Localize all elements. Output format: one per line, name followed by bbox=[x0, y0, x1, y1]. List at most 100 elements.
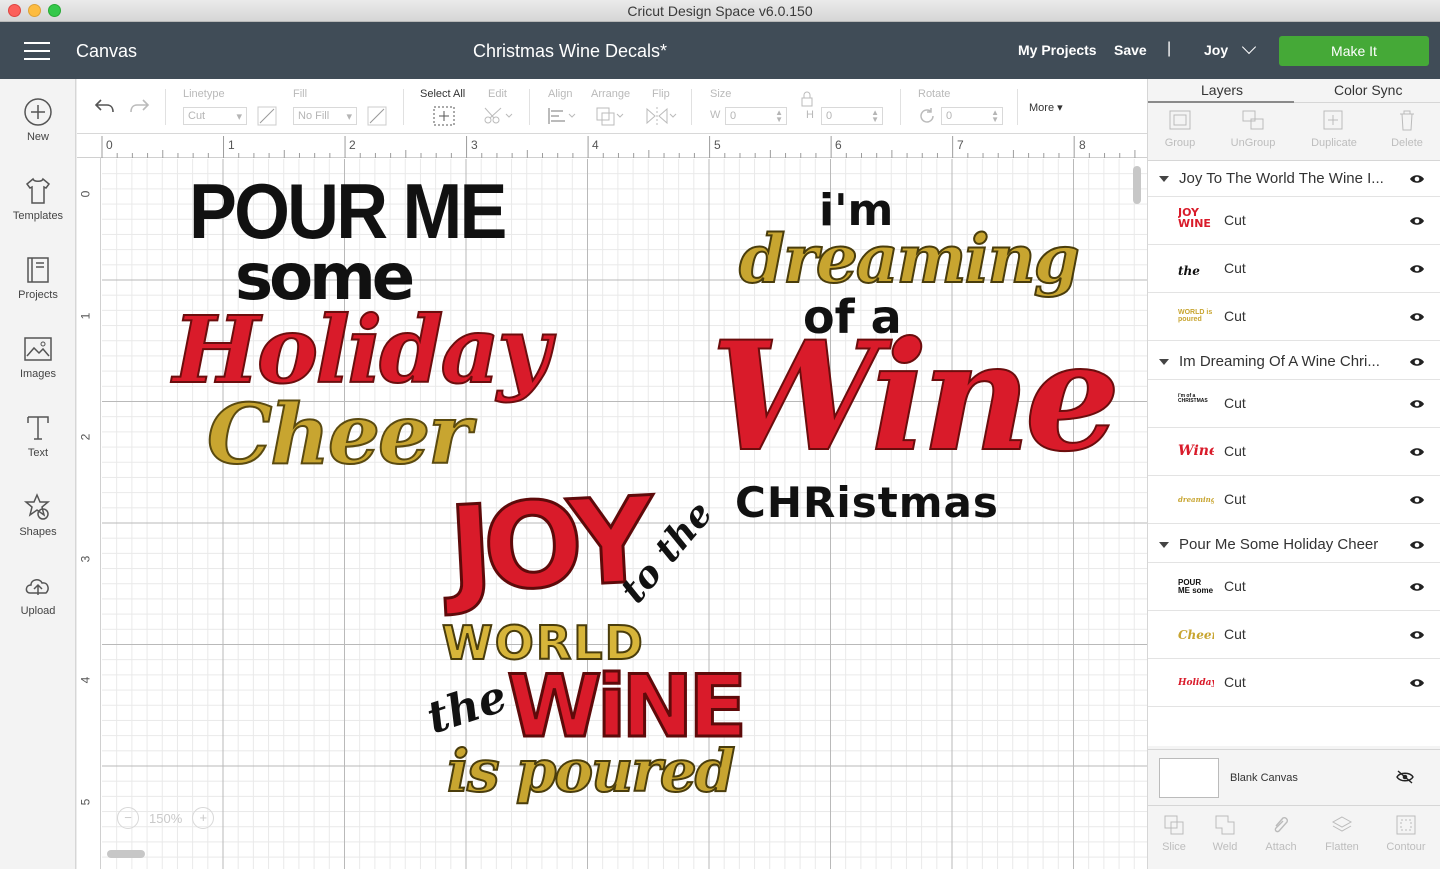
more-menu[interactable]: More ▾ bbox=[1029, 101, 1063, 114]
art-pour-me[interactable]: POUR ME bbox=[189, 172, 507, 250]
art-is-poured[interactable]: is poured bbox=[446, 741, 736, 801]
align-icon[interactable] bbox=[547, 107, 577, 125]
group-button[interactable]: Group bbox=[1145, 109, 1215, 149]
eye-icon[interactable] bbox=[1409, 447, 1425, 457]
layer-row[interactable]: WORLD is poured Cut bbox=[1148, 293, 1440, 341]
chevron-down-icon[interactable] bbox=[1241, 39, 1257, 55]
art-dreaming[interactable]: dreaming bbox=[738, 225, 1081, 293]
slice-button[interactable]: Slice bbox=[1146, 814, 1202, 853]
linetype-color-swatch-icon[interactable] bbox=[257, 106, 277, 126]
fill-select[interactable]: No Fill ▾ bbox=[293, 107, 357, 125]
fill-value: No Fill bbox=[298, 110, 330, 122]
dropdown-arrow-icon: ▾ bbox=[236, 111, 242, 123]
dropdown-arrow-icon: ▾ bbox=[1057, 102, 1063, 114]
plus-circle-icon bbox=[24, 98, 52, 126]
art-christmas[interactable]: CHRistmas bbox=[735, 482, 999, 524]
lock-icon[interactable] bbox=[800, 91, 814, 107]
layer-row[interactable]: Holiday Cut bbox=[1148, 659, 1440, 707]
eye-icon[interactable] bbox=[1409, 678, 1425, 688]
layer-row[interactable]: dreaming Cut bbox=[1148, 476, 1440, 524]
caret-down-icon[interactable] bbox=[1159, 542, 1169, 548]
design-canvas[interactable]: 0 1 2 3 4 5 6 7 8 0 1 2 3 4 5 POUR ME so… bbox=[77, 134, 1147, 869]
trash-icon bbox=[1400, 110, 1414, 131]
delete-button[interactable]: Delete bbox=[1372, 109, 1440, 149]
layer-row[interactable]: Wine Cut bbox=[1148, 428, 1440, 476]
blank-canvas-row[interactable]: Blank Canvas bbox=[1148, 749, 1440, 805]
arrange-icon[interactable] bbox=[595, 106, 625, 126]
sidebar-item-new[interactable]: New bbox=[0, 97, 76, 167]
blank-canvas-swatch[interactable] bbox=[1159, 758, 1219, 798]
horizontal-scrollbar[interactable] bbox=[107, 850, 145, 858]
rotate-input[interactable]: 0 ▲ ▼ bbox=[941, 107, 1003, 125]
zoom-out-button[interactable]: − bbox=[117, 807, 139, 829]
stepper-icon[interactable]: ▲ ▼ bbox=[871, 109, 879, 124]
art-wine[interactable]: Wine bbox=[710, 321, 1121, 473]
redo-icon[interactable] bbox=[129, 97, 151, 115]
eye-hidden-icon[interactable] bbox=[1396, 770, 1414, 784]
height-input[interactable]: 0 ▲ ▼ bbox=[821, 107, 883, 125]
layer-row[interactable]: POUR ME some Cut bbox=[1148, 563, 1440, 611]
ruler-top-number: 7 bbox=[957, 138, 964, 152]
stepper-icon[interactable]: ▲ ▼ bbox=[991, 109, 999, 124]
sidebar-item-upload[interactable]: Upload bbox=[0, 571, 76, 641]
eye-icon[interactable] bbox=[1409, 540, 1425, 550]
layer-group-holiday[interactable]: Pour Me Some Holiday Cheer bbox=[1148, 527, 1440, 563]
eye-icon[interactable] bbox=[1409, 357, 1425, 367]
eye-icon[interactable] bbox=[1409, 399, 1425, 409]
my-projects-link[interactable]: My Projects bbox=[1018, 42, 1097, 58]
sidebar-item-projects[interactable]: Projects bbox=[0, 255, 76, 325]
layer-type: Cut bbox=[1224, 626, 1246, 642]
scissors-icon[interactable] bbox=[483, 106, 513, 126]
layer-group-joy[interactable]: Joy To The World The Wine I... bbox=[1148, 161, 1440, 197]
stepper-icon[interactable]: ▲ ▼ bbox=[775, 109, 783, 124]
eye-icon[interactable] bbox=[1409, 495, 1425, 505]
width-input[interactable]: 0 ▲ ▼ bbox=[725, 107, 787, 125]
flip-label: Flip bbox=[652, 88, 670, 100]
weld-button[interactable]: Weld bbox=[1197, 814, 1253, 853]
toolbar-divider bbox=[403, 89, 404, 125]
flip-icon[interactable] bbox=[645, 106, 677, 126]
eye-icon[interactable] bbox=[1409, 264, 1425, 274]
sidebar-label-images: Images bbox=[19, 368, 57, 380]
eye-icon[interactable] bbox=[1409, 216, 1425, 226]
eye-icon[interactable] bbox=[1409, 630, 1425, 640]
attach-button[interactable]: Attach bbox=[1253, 814, 1309, 853]
duplicate-button[interactable]: Duplicate bbox=[1299, 109, 1369, 149]
undo-icon[interactable] bbox=[93, 97, 115, 115]
sidebar-label-new: New bbox=[26, 131, 49, 143]
eye-icon[interactable] bbox=[1409, 312, 1425, 322]
dropdown-arrow-icon: ▾ bbox=[346, 111, 352, 123]
layer-row[interactable]: Cheer Cut bbox=[1148, 611, 1440, 659]
tab-color-sync[interactable]: Color Sync bbox=[1334, 82, 1402, 98]
layer-group-dreaming[interactable]: Im Dreaming Of A Wine Chri... bbox=[1148, 344, 1440, 380]
caret-down-icon[interactable] bbox=[1159, 359, 1169, 365]
art-holiday[interactable]: Holiday bbox=[172, 303, 552, 397]
art-cheer[interactable]: Cheer bbox=[206, 393, 472, 477]
sidebar-item-images[interactable]: Images bbox=[0, 334, 76, 404]
make-it-button[interactable]: Make It bbox=[1279, 36, 1429, 66]
ungroup-button[interactable]: UnGroup bbox=[1218, 109, 1288, 149]
art-joy[interactable]: JOY bbox=[444, 469, 649, 620]
fill-color-swatch-icon[interactable] bbox=[367, 106, 387, 126]
sidebar-item-text[interactable]: Text bbox=[0, 413, 76, 483]
flatten-button[interactable]: Flatten bbox=[1314, 814, 1370, 853]
select-all-icon[interactable] bbox=[433, 106, 455, 126]
sidebar-item-templates[interactable]: Templates bbox=[0, 176, 76, 246]
zoom-in-button[interactable]: + bbox=[192, 807, 215, 829]
duplicate-icon bbox=[1323, 110, 1343, 130]
sidebar-label-shapes: Shapes bbox=[19, 526, 57, 538]
layer-row[interactable]: the Cut bbox=[1148, 245, 1440, 293]
eye-icon[interactable] bbox=[1409, 174, 1425, 184]
layer-row[interactable]: i'm of a CHRISTMAS Cut bbox=[1148, 380, 1440, 428]
user-menu[interactable]: Joy bbox=[1204, 42, 1228, 58]
vertical-scrollbar[interactable] bbox=[1133, 166, 1141, 204]
layer-row[interactable]: JOY WINE Cut bbox=[1148, 197, 1440, 245]
contour-button[interactable]: Contour bbox=[1378, 814, 1434, 853]
linetype-select[interactable]: Cut ▾ bbox=[183, 107, 247, 125]
sidebar-item-shapes[interactable]: Shapes bbox=[0, 492, 76, 562]
ruler-left-number: 3 bbox=[78, 555, 93, 563]
eye-icon[interactable] bbox=[1409, 582, 1425, 592]
caret-down-icon[interactable] bbox=[1159, 176, 1169, 182]
tab-layers[interactable]: Layers bbox=[1201, 82, 1243, 98]
save-link[interactable]: Save bbox=[1114, 42, 1147, 58]
